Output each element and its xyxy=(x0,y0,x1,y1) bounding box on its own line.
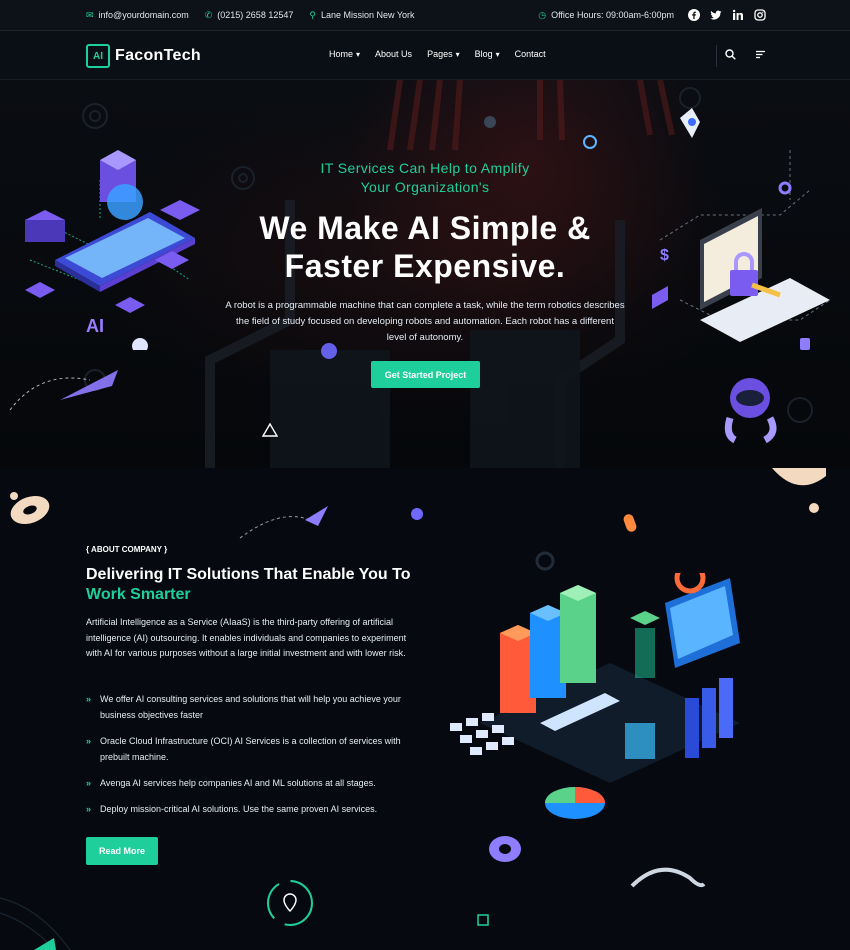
read-more-button[interactable]: Read More xyxy=(86,837,158,865)
clock-icon: ◷ xyxy=(538,9,547,20)
office-hours-text: Office Hours: 09:00am-6:00pm xyxy=(551,10,674,20)
linkedin-icon[interactable] xyxy=(732,9,744,21)
email-contact[interactable]: ✉ info@yourdomain.com xyxy=(86,10,189,21)
ai-illustration-label: AI xyxy=(86,316,104,336)
nav-item-label: Home xyxy=(329,49,354,59)
nav-item-label: Pages xyxy=(427,49,453,59)
location-contact: ⚲ Lane Mission New York xyxy=(309,10,414,21)
feature-item: » Oracle Cloud Infrastructure (OCI) AI S… xyxy=(86,734,426,765)
phone-contact[interactable]: ✆ (0215) 2658 12547 xyxy=(205,10,294,21)
social-links xyxy=(688,9,766,21)
double-chevron-icon: » xyxy=(86,778,92,788)
hero-title: We Make AI Simple & Faster Expensive. xyxy=(0,209,850,285)
about-text: Artificial Intelligence as a Service (AI… xyxy=(86,617,407,658)
feature-item: » Deploy mission-critical AI solutions. … xyxy=(86,802,426,818)
hero-title-line-1: We Make AI Simple & xyxy=(259,210,591,246)
analytics-isometric-illustration xyxy=(450,573,740,819)
nav-item-contact[interactable]: Contact xyxy=(515,49,546,59)
chevron-down-icon: ▾ xyxy=(356,49,361,59)
facebook-icon[interactable] xyxy=(688,9,700,21)
nav-tools xyxy=(724,48,766,60)
mail-icon: ✉ xyxy=(86,9,94,20)
feature-text: Deploy mission-critical AI solutions. Us… xyxy=(100,804,378,814)
chip-logo-icon: AI xyxy=(86,44,110,68)
double-chevron-icon: » xyxy=(86,694,92,704)
chevron-down-icon: ▾ xyxy=(455,49,460,59)
feature-text: We offer AI consulting services and solu… xyxy=(100,694,401,720)
about-section: { ABOUT COMPANY } Delivering IT Solution… xyxy=(0,468,850,950)
logo-text: FaconTech xyxy=(115,47,201,64)
nav-item-label: Contact xyxy=(514,49,546,59)
search-icon[interactable] xyxy=(724,48,736,60)
twitter-icon[interactable] xyxy=(710,9,722,21)
phone-icon: ✆ xyxy=(204,9,213,20)
office-hours: ◷ Office Hours: 09:00am-6:00pm xyxy=(538,10,674,21)
feature-item: » Avenga AI services help companies AI a… xyxy=(86,776,426,792)
location-pin-icon: ⚲ xyxy=(309,9,316,20)
instagram-icon[interactable] xyxy=(754,9,766,21)
double-chevron-icon: » xyxy=(86,736,92,746)
logo-chip-text: AI xyxy=(93,50,103,62)
nav-item-about-us[interactable]: About Us xyxy=(375,49,412,59)
about-title-highlight: Work Smarter xyxy=(86,586,191,603)
nav-item-blog[interactable]: Blog ▾ xyxy=(475,49,500,59)
hero-subtitle: IT Services Can Help to Amplify Your Org… xyxy=(0,159,850,197)
nav-item-label: Blog xyxy=(474,49,493,59)
feature-text: Avenga AI services help companies AI and… xyxy=(100,778,376,788)
feature-item: » We offer AI consulting services and so… xyxy=(86,692,426,723)
double-chevron-icon: » xyxy=(86,804,92,814)
hero-section: AI $ IT Services Can Help to Amplify You… xyxy=(0,80,850,468)
get-started-button[interactable]: Get Started Project xyxy=(371,361,480,388)
hero-subtitle-line-1: IT Services Can Help to Amplify xyxy=(320,160,530,176)
email-text: info@yourdomain.com xyxy=(98,10,189,20)
about-title-main: Delivering IT Solutions That Enable You … xyxy=(86,566,411,583)
top-bar: ✉ info@yourdomain.com ✆ (0215) 2658 1254… xyxy=(0,0,850,31)
phone-text: (0215) 2658 12547 xyxy=(217,10,294,20)
nav-item-pages[interactable]: Pages ▾ xyxy=(427,49,460,59)
site-logo[interactable]: AI FaconTech xyxy=(86,44,201,68)
location-text: Lane Mission New York xyxy=(320,10,415,20)
nav-item-label: About Us xyxy=(375,49,413,59)
nav-menu: Home ▾ About Us Pages ▾ Blog ▾ Contact xyxy=(329,49,546,59)
nav-divider xyxy=(716,45,717,67)
feature-text: Oracle Cloud Infrastructure (OCI) AI Ser… xyxy=(100,736,401,762)
about-tag: { ABOUT COMPANY } xyxy=(86,545,168,554)
hero-title-line-2: Faster Expensive. xyxy=(284,248,566,284)
about-title: Delivering IT Solutions That Enable You … xyxy=(86,565,426,605)
chevron-down-icon: ▾ xyxy=(495,49,500,59)
main-navbar: AI FaconTech Home ▾ About Us Pages ▾ Blo… xyxy=(0,31,850,80)
hero-subtitle-line-2: Your Organization's xyxy=(360,179,490,195)
nav-item-home[interactable]: Home ▾ xyxy=(329,49,360,59)
hero-description: A robot is a programmable machine that c… xyxy=(225,300,625,343)
menu-icon[interactable] xyxy=(754,48,766,60)
